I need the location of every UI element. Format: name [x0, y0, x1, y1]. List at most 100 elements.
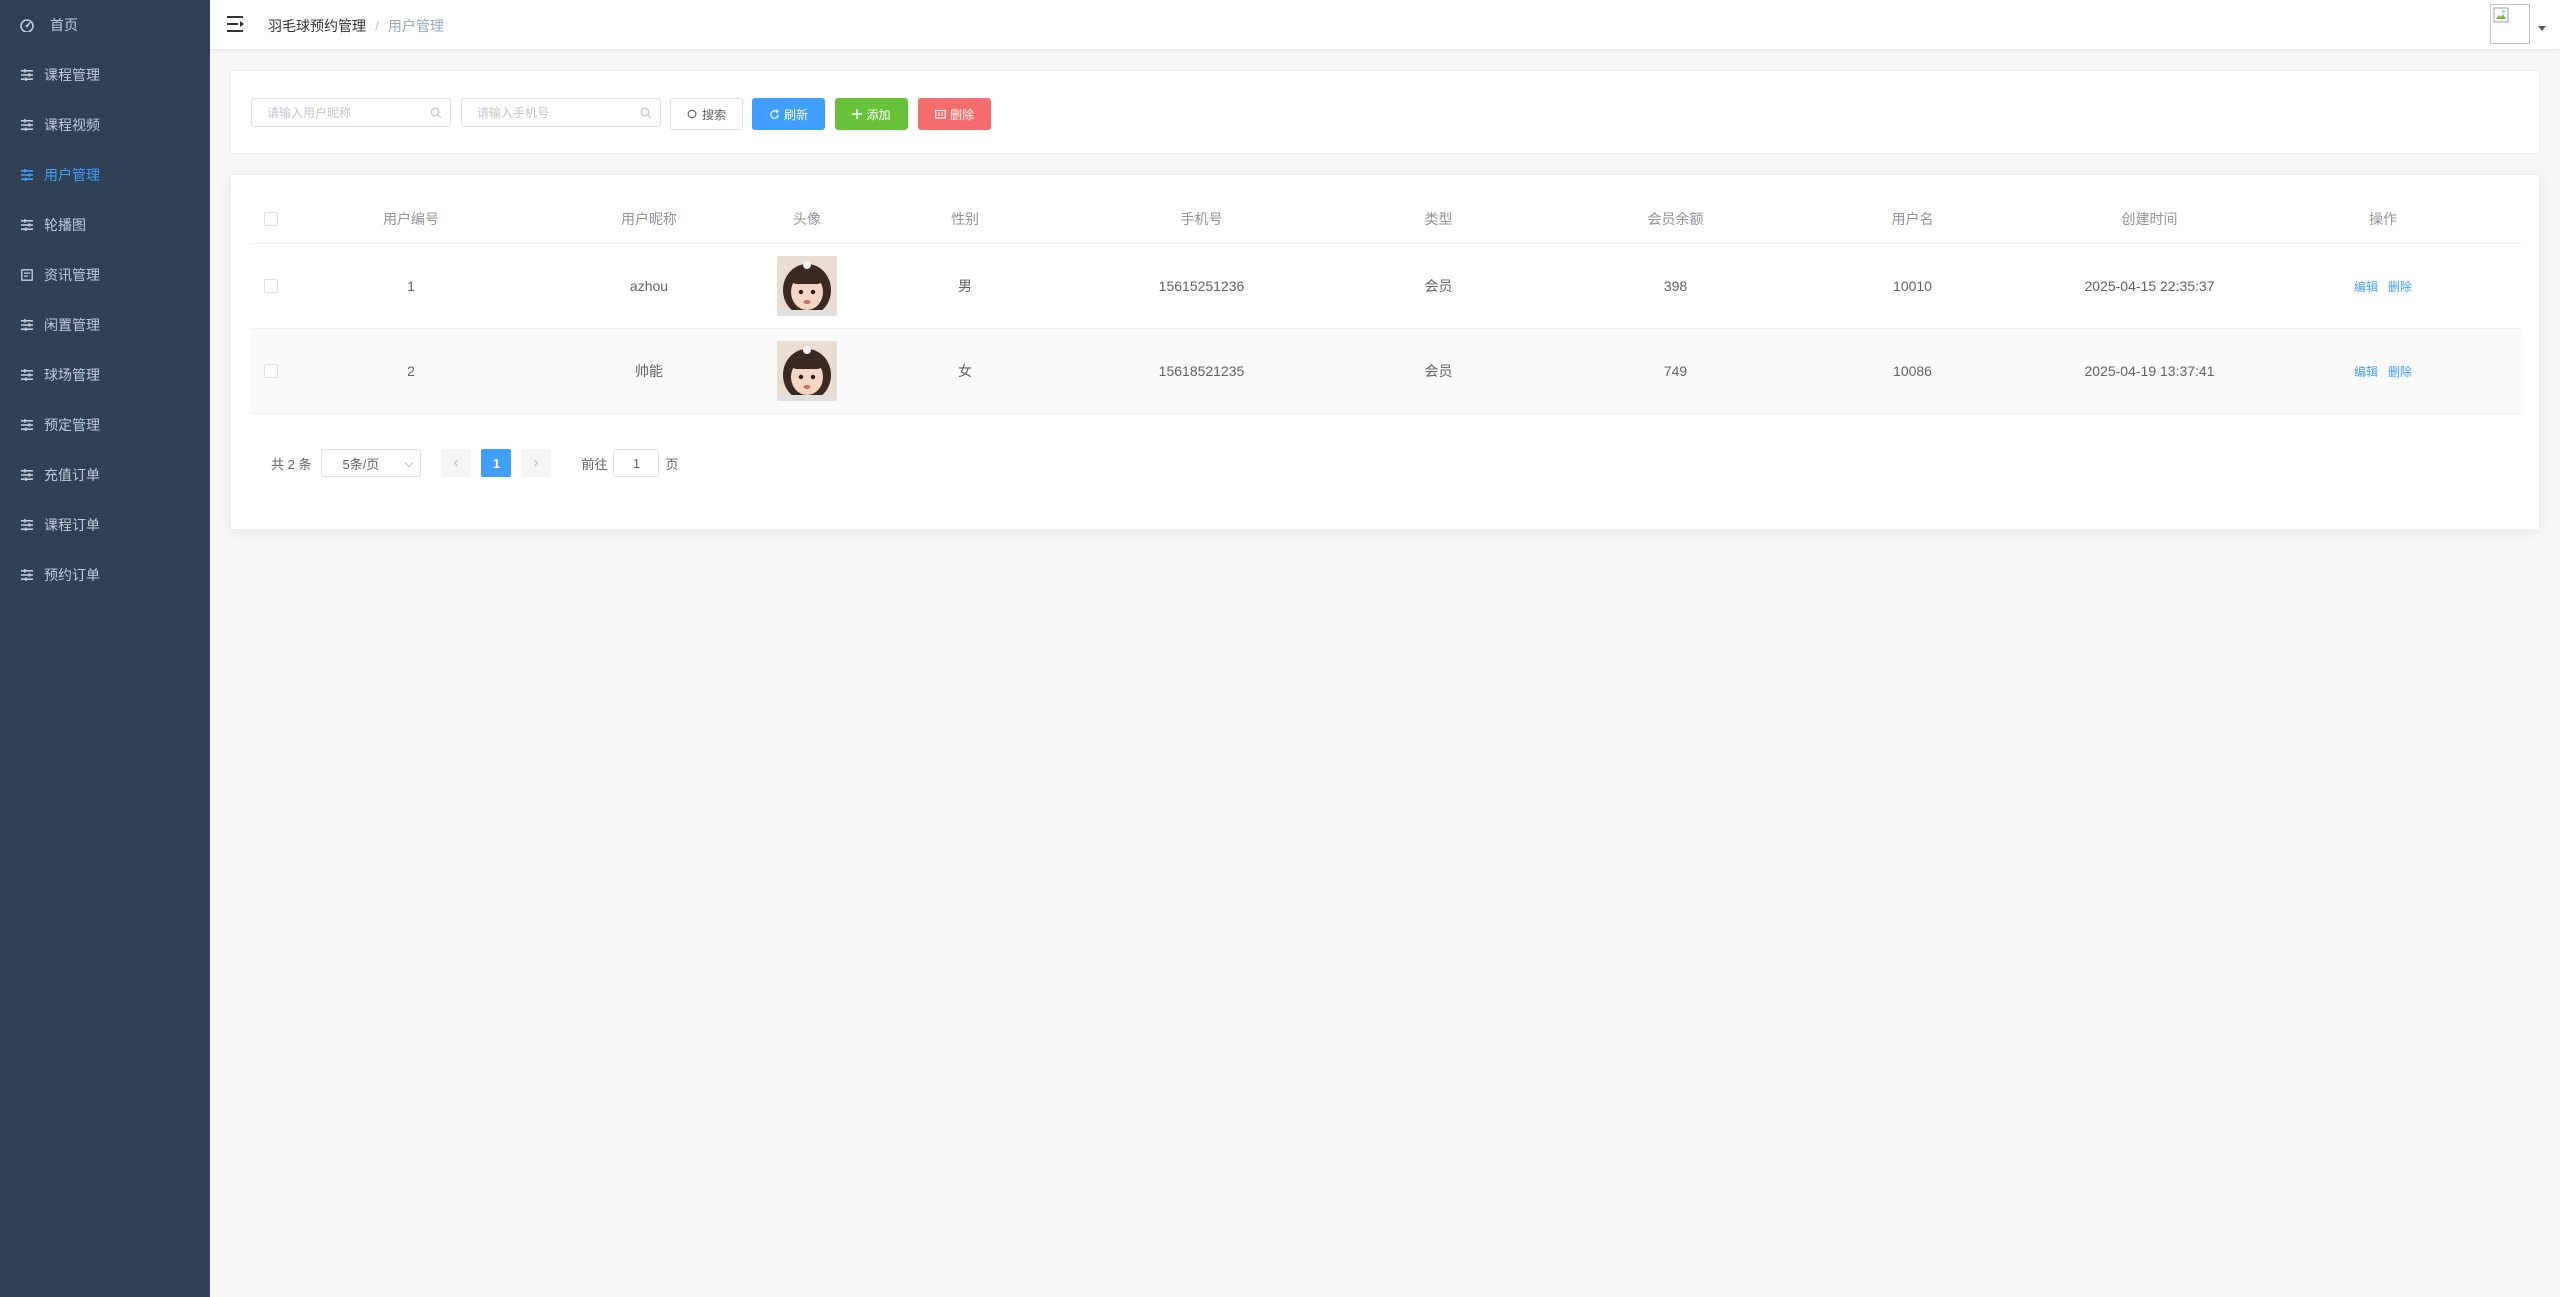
delete-link[interactable]: 删除 [2388, 278, 2412, 295]
page-size-select[interactable]: 5条/页 [321, 449, 422, 477]
hamburger-menu-icon[interactable] [227, 15, 247, 33]
sidebar-item-bookings[interactable]: 预定管理 [0, 400, 210, 450]
users-table: 用户编号 用户昵称 头像 性别 手机号 类型 会员余额 用户名 创建时间 操作 … [251, 195, 2521, 414]
sidebar-item-label: 首页 [50, 17, 78, 33]
chevron-left-icon [454, 459, 459, 467]
user-avatar-image[interactable] [777, 341, 837, 401]
table-header: 用户编号 用户昵称 头像 性别 手机号 类型 会员余额 用户名 创建时间 操作 [251, 195, 2521, 244]
cell-gender: 男 [958, 278, 972, 294]
cell-type: 会员 [1424, 278, 1453, 294]
sidebar-item-label: 充值订单 [44, 467, 100, 483]
refresh-button-label: 刷新 [783, 107, 808, 122]
column-header-nickname: 用户昵称 [621, 211, 677, 227]
sidebar-item-label: 轮播图 [44, 217, 86, 233]
column-header-balance: 会员余额 [1647, 211, 1704, 227]
dashboard-icon [20, 18, 34, 32]
sidebar-item-carousel[interactable]: 轮播图 [0, 200, 210, 250]
sidebar-item-label: 球场管理 [44, 367, 100, 383]
prev-page-button[interactable] [441, 449, 472, 477]
refresh-button[interactable]: 刷新 [752, 98, 825, 130]
menu-lines-icon [20, 318, 34, 332]
table-row: 1 azhou 男 15615251236 会员 398 10010 2025-… [251, 244, 2521, 329]
cell-type: 会员 [1424, 363, 1453, 379]
menu-lines-icon [20, 568, 34, 582]
user-avatar[interactable] [2490, 4, 2530, 44]
add-button-label: 添加 [866, 107, 891, 122]
plus-icon [852, 109, 863, 119]
sidebar-item-appointment-orders[interactable]: 预约订单 [0, 550, 210, 600]
search-icon [687, 109, 698, 120]
pagination: 共 2 条 5条/页 1 前往 页 [271, 449, 679, 477]
delete-link[interactable]: 删除 [2388, 363, 2412, 380]
phone-search-input[interactable] [462, 99, 660, 126]
pagination-total: 共 2 条 [271, 456, 312, 472]
sidebar-item-label: 课程管理 [44, 67, 100, 83]
delete-button-label: 删除 [949, 107, 974, 122]
sidebar-item-label: 课程视频 [44, 117, 100, 133]
select-all-checkbox[interactable] [264, 212, 278, 226]
sidebar-item-courts[interactable]: 球场管理 [0, 350, 210, 400]
sidebar-item-course-videos[interactable]: 课程视频 [0, 100, 210, 150]
goto-page-input[interactable] [613, 449, 660, 477]
column-header-phone: 手机号 [1180, 211, 1223, 227]
edit-link[interactable]: 编辑 [2354, 278, 2378, 295]
edit-link[interactable]: 编辑 [2354, 363, 2378, 380]
document-icon [20, 268, 34, 282]
cell-balance: 398 [1663, 278, 1688, 294]
column-header-type: 类型 [1424, 211, 1453, 227]
cell-id: 2 [407, 363, 415, 379]
sidebar-item-course-orders[interactable]: 课程订单 [0, 500, 210, 550]
caret-down-icon[interactable] [2538, 26, 2546, 31]
breadcrumb-separator: / [375, 18, 379, 34]
menu-lines-icon [20, 68, 34, 82]
breadcrumb: 羽毛球预约管理 / 用户管理 [268, 16, 444, 36]
row-checkbox[interactable] [264, 364, 278, 378]
column-header-avatar: 头像 [793, 211, 821, 227]
sidebar-item-news[interactable]: 资讯管理 [0, 250, 210, 300]
sidebar-item-home[interactable]: 首页 [0, 0, 210, 50]
sidebar-item-label: 课程订单 [44, 517, 100, 533]
sidebar-item-users[interactable]: 用户管理 [0, 150, 210, 200]
menu-lines-icon [20, 468, 34, 482]
sidebar-item-label: 用户管理 [44, 167, 100, 183]
menu-lines-icon [20, 118, 34, 132]
goto-prefix: 前往 [581, 456, 608, 472]
sidebar-item-label: 预约订单 [44, 567, 100, 583]
breadcrumb-current: 用户管理 [387, 18, 444, 34]
column-header-gender: 性别 [951, 211, 979, 227]
sidebar-item-idle[interactable]: 闲置管理 [0, 300, 210, 350]
cell-nickname: 帅能 [635, 363, 663, 379]
page-size-value: 5条/页 [342, 456, 380, 472]
search-button[interactable]: 搜索 [670, 98, 743, 130]
nickname-search-input[interactable] [252, 99, 450, 126]
cell-username: 10010 [1893, 278, 1932, 294]
sidebar-item-recharge-orders[interactable]: 充值订单 [0, 450, 210, 500]
delete-button[interactable]: 删除 [918, 98, 991, 130]
cell-balance: 749 [1663, 363, 1688, 379]
sidebar-item-courses[interactable]: 课程管理 [0, 50, 210, 100]
cell-username: 10086 [1893, 363, 1932, 379]
broken-image-icon [2493, 7, 2509, 23]
add-button[interactable]: 添加 [835, 98, 908, 130]
breadcrumb-home[interactable]: 羽毛球预约管理 [268, 16, 366, 36]
menu-lines-icon [20, 218, 34, 232]
cell-phone: 15615251236 [1158, 278, 1245, 294]
search-icon [430, 107, 442, 119]
sidebar-item-label: 闲置管理 [44, 317, 100, 333]
nickname-search-field [251, 98, 451, 127]
page-number-button[interactable]: 1 [481, 449, 512, 477]
search-button-label: 搜索 [701, 107, 726, 122]
cell-gender: 女 [958, 363, 972, 379]
menu-lines-icon [20, 168, 34, 182]
top-navbar: 羽毛球预约管理 / 用户管理 [210, 0, 2560, 50]
search-icon [640, 107, 652, 119]
user-avatar-image[interactable] [777, 256, 837, 316]
menu-lines-icon [20, 418, 34, 432]
row-checkbox[interactable] [264, 279, 278, 293]
sidebar-item-label: 预定管理 [44, 417, 100, 433]
menu-lines-icon [20, 368, 34, 382]
refresh-icon [769, 108, 780, 120]
next-page-button[interactable] [521, 449, 552, 477]
sidebar: 首页 课程管理 课程视频 用户管理 轮播图 资讯管理 闲置管理 球场管理 预定管… [0, 0, 210, 1297]
column-header-id: 用户编号 [383, 211, 439, 227]
